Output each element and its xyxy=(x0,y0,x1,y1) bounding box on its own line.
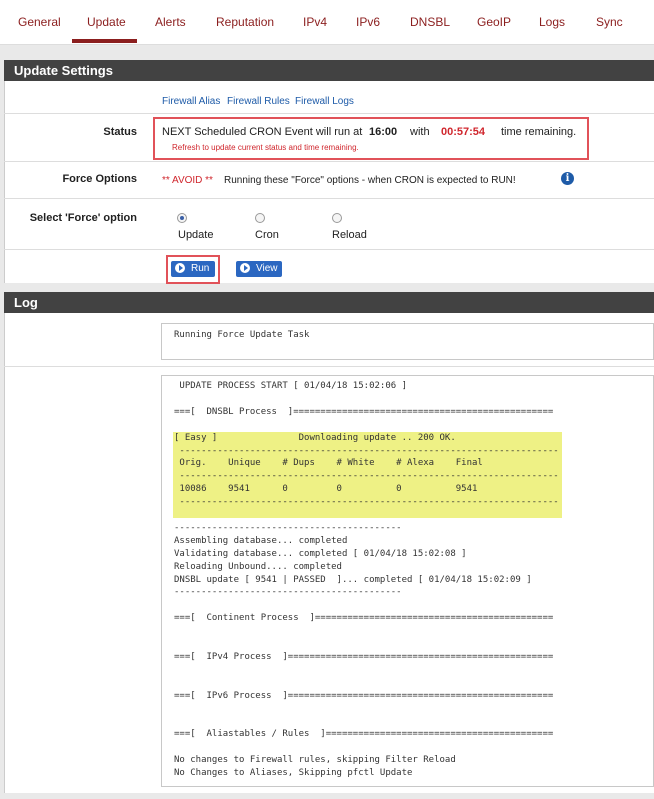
task-box: Running Force Update Task xyxy=(161,323,654,360)
force-avoid: ** AVOID ** xyxy=(162,175,213,186)
log-line: ===[ DNSBL Process ]====================… xyxy=(174,406,554,417)
radio-reload-label: Reload xyxy=(332,229,367,241)
log-line: UPDATE PROCESS START [ 01/04/18 15:02:06… xyxy=(174,381,407,391)
play-icon xyxy=(240,263,250,273)
radio-cron[interactable] xyxy=(255,213,265,223)
tab-dnsbl[interactable]: DNSBL xyxy=(410,0,450,42)
firewall-rules-link[interactable]: Firewall Rules xyxy=(227,96,290,107)
active-tab-indicator xyxy=(72,39,137,43)
divider xyxy=(4,249,654,250)
log-line: Reloading Unbound.... completed xyxy=(174,561,342,572)
radio-reload[interactable] xyxy=(332,213,342,223)
firewall-alias-link[interactable]: Firewall Alias xyxy=(162,96,220,107)
status-suffix: time remaining. xyxy=(501,126,577,138)
log-line: DNSBL update [ 9541 | PASSED ]... comple… xyxy=(174,574,532,585)
radio-update[interactable] xyxy=(177,213,187,223)
run-button[interactable]: Run xyxy=(171,261,215,277)
log-line: Orig. Unique # Dups # White # Alexa Fina… xyxy=(174,458,483,469)
status-time: 16:00 xyxy=(369,126,398,138)
divider xyxy=(4,161,654,162)
divider xyxy=(4,366,654,367)
tab-logs[interactable]: Logs xyxy=(539,0,565,42)
update-settings-header: Update Settings xyxy=(4,60,654,81)
tab-geoip[interactable]: GeoIP xyxy=(477,0,511,42)
radio-update-label: Update xyxy=(178,229,214,241)
log-line: No changes to Firewall rules, skipping F… xyxy=(174,755,456,766)
log-line: [ Easy ] Downloading update .. 200 OK. xyxy=(174,432,456,443)
tab-sync[interactable]: Sync xyxy=(596,0,623,42)
log-line: Assembling database... completed xyxy=(174,535,348,546)
log-line: ===[ Continent Process ]================… xyxy=(174,613,554,624)
tab-general[interactable]: General xyxy=(18,0,61,42)
status-prefix: NEXT Scheduled CRON Event will run at xyxy=(162,126,363,138)
status-remaining: 00:57:54 xyxy=(441,126,486,138)
tab-reputation[interactable]: Reputation xyxy=(216,0,274,42)
task-text: Running Force Update Task xyxy=(174,330,310,340)
log-line: 10086 9541 0 0 0 9541 xyxy=(174,484,478,495)
status-label: Status xyxy=(103,126,137,138)
status-with: with xyxy=(410,126,430,138)
log-line: ===[ IPv4 Process ]=====================… xyxy=(174,651,554,662)
info-icon[interactable]: i xyxy=(561,172,574,185)
view-button[interactable]: View xyxy=(236,261,282,277)
firewall-logs-link[interactable]: Firewall Logs xyxy=(295,96,354,107)
status-note: Refresh to update current status and tim… xyxy=(172,143,359,152)
log-line: ===[ IPv6 Process ]=====================… xyxy=(174,690,554,701)
play-icon xyxy=(175,263,185,273)
log-line: ----------------------------------------… xyxy=(174,522,402,533)
run-button-label: Run xyxy=(191,263,210,274)
select-force-label: Select 'Force' option xyxy=(29,212,137,224)
tab-update[interactable]: Update xyxy=(87,0,126,42)
force-options-label: Force Options xyxy=(62,173,137,185)
force-warning-text: Running these "Force" options - when CRO… xyxy=(224,175,516,186)
tab-ipv4[interactable]: IPv4 xyxy=(303,0,327,42)
log-line: Validating database... completed [ 01/04… xyxy=(174,548,467,559)
tab-bar: General Update Alerts Reputation IPv4 IP… xyxy=(0,0,654,45)
log-line: ----------------------------------------… xyxy=(174,471,559,482)
log-line: ----------------------------------------… xyxy=(174,587,402,598)
log-line: ----------------------------------------… xyxy=(174,445,559,456)
log-line: ===[ Aliastables / Rules ]==============… xyxy=(174,729,554,740)
log-line: No Changes to Aliases, Skipping pfctl Up… xyxy=(174,768,413,778)
status-highlight-box xyxy=(153,117,589,160)
tab-alerts[interactable]: Alerts xyxy=(155,0,186,42)
tab-ipv6[interactable]: IPv6 xyxy=(356,0,380,42)
log-line: ----------------------------------------… xyxy=(174,497,559,508)
radio-cron-label: Cron xyxy=(255,229,279,241)
log-header: Log xyxy=(4,292,654,313)
divider xyxy=(4,198,654,199)
view-button-label: View xyxy=(256,263,278,274)
divider xyxy=(4,113,654,114)
log-output[interactable]: UPDATE PROCESS START [ 01/04/18 15:02:06… xyxy=(161,375,654,787)
